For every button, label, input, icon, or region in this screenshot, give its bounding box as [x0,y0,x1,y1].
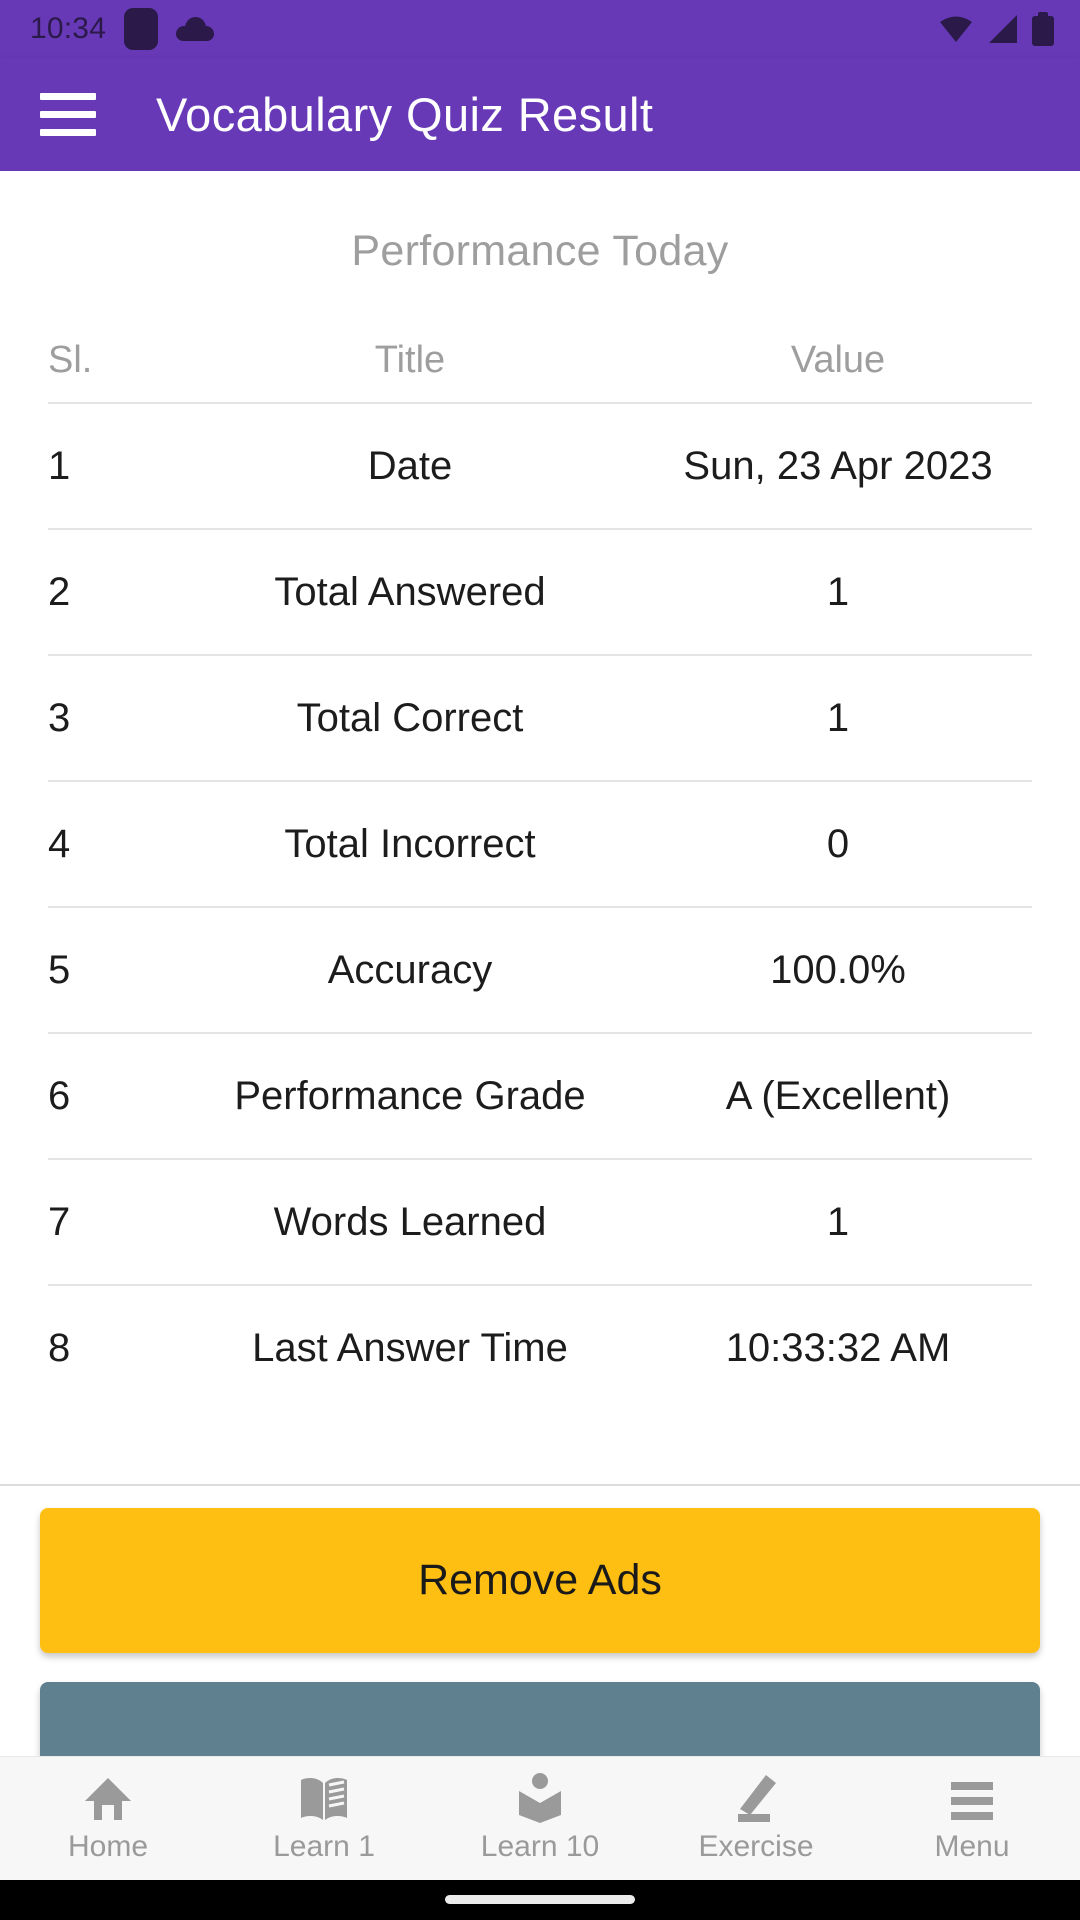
open-book-icon [297,1773,351,1823]
row-sl: 4 [48,821,71,866]
row-value: 100.0% [770,947,906,992]
pencil-icon [732,1773,780,1823]
column-header-sl: Sl. [48,338,93,381]
row-title: Last Answer Time [252,1325,568,1370]
row-sl: 5 [48,947,71,992]
signal-icon [987,14,1019,44]
main-content: Performance Today Sl. Title Value 1 Date… [0,171,1080,1484]
row-sl: 3 [48,695,71,740]
nav-item-exercise[interactable]: Exercise [648,1773,864,1864]
action-button-area: Remove Ads [0,1484,1080,1772]
row-value: A (Excellent) [725,1073,951,1118]
table-row: 3 Total Correct 1 [48,654,1032,780]
table-row: 2 Total Answered 1 [48,528,1032,654]
table-row: 8 Last Answer Time 10:33:32 AM [48,1284,1032,1410]
remove-ads-button[interactable]: Remove Ads [40,1508,1040,1653]
row-sl: 8 [48,1325,71,1370]
nav-item-learn-10[interactable]: Learn 10 [432,1773,648,1864]
row-title: Accuracy [327,947,493,992]
nav-item-menu[interactable]: Menu [864,1773,1080,1864]
row-sl: 7 [48,1199,71,1244]
column-header-title: Title [374,338,446,381]
row-title: Performance Grade [234,1073,586,1118]
status-bar-left: 10:34 [30,8,215,50]
row-title: Total Correct [296,695,524,740]
app-bar: Vocabulary Quiz Result [0,58,1080,171]
row-value: 1 [826,695,850,740]
row-title: Total Answered [274,569,546,614]
row-value: 1 [826,1199,850,1244]
table-row: 1 Date Sun, 23 Apr 2023 [48,402,1032,528]
performance-table: Sl. Title Value 1 Date Sun, 23 Apr 2023 … [0,318,1080,1410]
column-header-value: Value [790,338,886,381]
battery-icon [1032,12,1054,46]
nav-label: Menu [934,1830,1010,1863]
nav-label: Learn 1 [273,1830,375,1863]
row-title: Words Learned [273,1199,547,1244]
row-sl: 2 [48,569,71,614]
cloud-icon [176,17,215,41]
wifi-icon [938,15,974,43]
page-title: Vocabulary Quiz Result [156,88,654,141]
table-header-row: Sl. Title Value [48,318,1032,402]
row-title: Total Incorrect [284,821,536,866]
reading-person-icon [515,1773,565,1823]
gesture-navigation-bar [0,1880,1080,1920]
table-row: 4 Total Incorrect 0 [48,780,1032,906]
section-title: Performance Today [351,227,729,275]
status-bar-right [938,12,1054,46]
nav-label: Exercise [698,1830,814,1863]
status-bar: 10:34 [0,0,1080,58]
nav-item-home[interactable]: Home [0,1773,216,1864]
nav-label: Learn 10 [480,1830,600,1863]
row-sl: 6 [48,1073,71,1118]
row-value: 0 [826,821,850,866]
row-value: 10:33:32 AM [725,1325,951,1370]
bottom-navigation-bar: Home Learn 1 Learn 10 Exercise Menu [0,1756,1080,1880]
row-value: Sun, 23 Apr 2023 [683,443,993,488]
nav-label: Home [67,1830,149,1863]
app-badge-icon [124,8,159,50]
table-row: 7 Words Learned 1 [48,1158,1032,1284]
home-indicator[interactable] [445,1895,635,1904]
row-sl: 1 [48,443,71,488]
hamburger-menu-icon [949,1773,995,1823]
home-icon [83,1773,133,1823]
hamburger-menu-icon[interactable] [40,93,96,136]
table-row: 5 Accuracy 100.0% [48,906,1032,1032]
status-bar-clock: 10:34 [30,12,107,45]
table-row: 6 Performance Grade A (Excellent) [48,1032,1032,1158]
nav-item-learn-1[interactable]: Learn 1 [216,1773,432,1864]
row-title: Date [367,443,453,488]
row-value: 1 [826,569,850,614]
